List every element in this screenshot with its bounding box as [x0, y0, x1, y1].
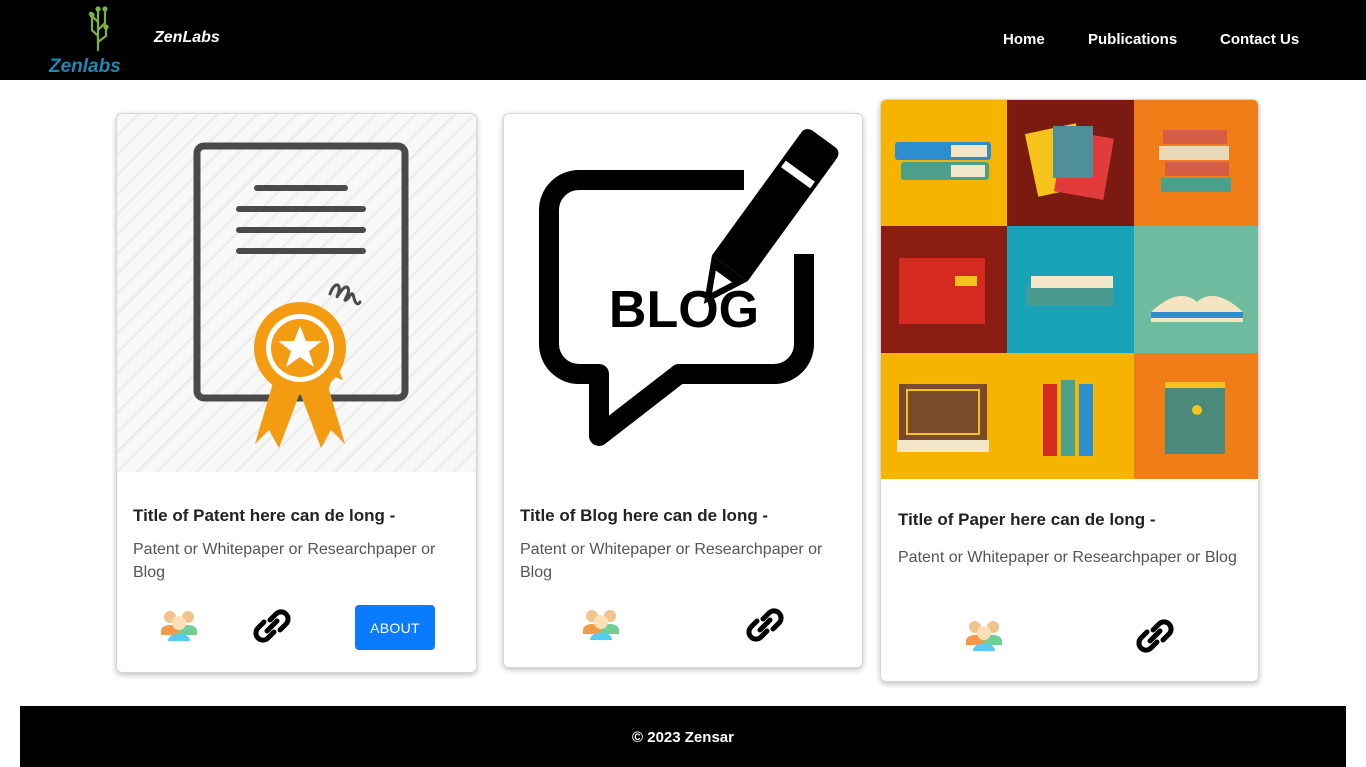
card-title[interactable]: Title of Patent here can de long - — [133, 506, 395, 526]
authors-icon[interactable] — [158, 607, 200, 643]
about-button[interactable]: ABOUT — [355, 605, 435, 650]
logo-text: Zenlabs — [48, 56, 121, 76]
books-image — [881, 100, 1258, 484]
link-icon[interactable] — [743, 603, 787, 647]
zenlabs-logo[interactable]: Zenlabs — [48, 2, 132, 77]
blog-image-text: BLOG — [609, 281, 759, 339]
blog-card: BLOG Title of Blog here can de long - Pa… — [503, 113, 863, 668]
authors-icon[interactable] — [963, 617, 1005, 653]
authors-icon[interactable] — [580, 606, 622, 642]
card-type: Patent or Whitepaper or Researchpaper or… — [898, 549, 1237, 566]
top-navbar: Zenlabs ZenLabs Home Publications Contac… — [0, 0, 1366, 80]
footer: © 2023 Zensar — [20, 706, 1346, 767]
nav-contact-us[interactable]: Contact Us — [1220, 31, 1299, 48]
card-title[interactable]: Title of Paper here can de long - — [898, 510, 1156, 530]
patent-card: Title of Patent here can de long - Paten… — [116, 113, 477, 673]
nav-home[interactable]: Home — [1003, 31, 1045, 48]
card-type: Patent or Whitepaper or Researchpaper or… — [133, 541, 436, 581]
paper-card: Title of Paper here can de long - Patent… — [880, 99, 1259, 682]
link-icon[interactable] — [1133, 614, 1177, 658]
copyright-text: © 2023 Zensar — [632, 729, 734, 746]
brand-name[interactable]: ZenLabs — [154, 29, 220, 47]
patent-certificate-image — [117, 114, 476, 477]
link-icon[interactable] — [250, 604, 294, 648]
blog-image: BLOG — [504, 114, 862, 459]
card-type: Patent or Whitepaper or Researchpaper or… — [520, 541, 823, 581]
nav-publications[interactable]: Publications — [1088, 31, 1177, 48]
card-title[interactable]: Title of Blog here can de long - — [520, 506, 768, 526]
